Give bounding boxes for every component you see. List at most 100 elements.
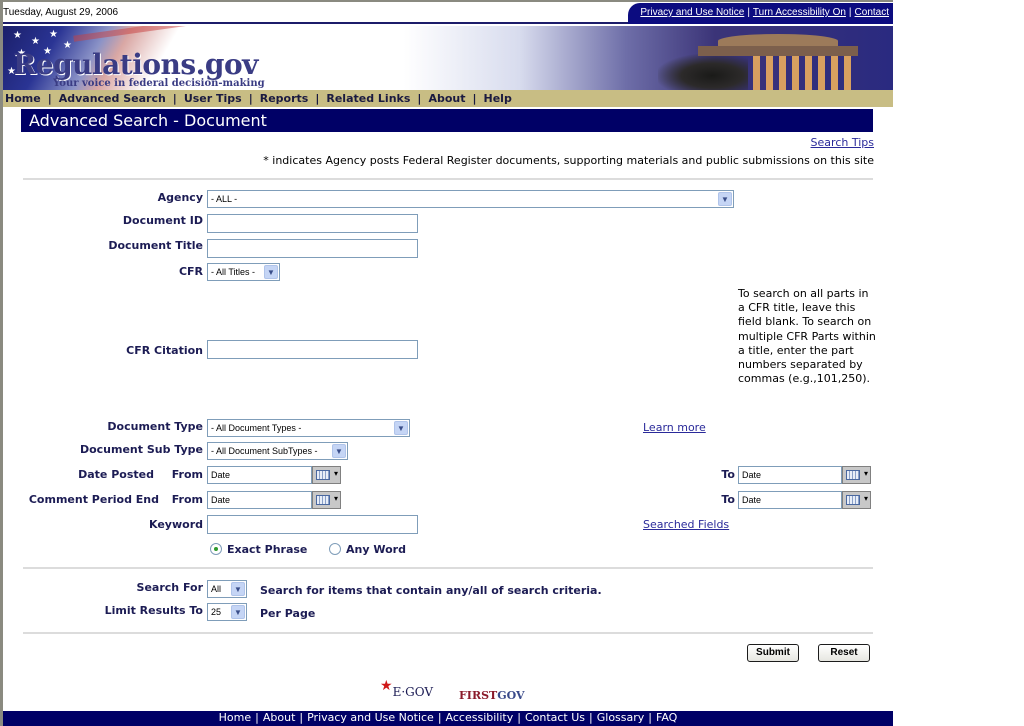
learn-more-link[interactable]: Learn more [643,421,706,434]
submit-button[interactable]: Submit [747,644,799,662]
column [844,56,851,90]
column [779,56,786,90]
column [805,56,812,90]
separator: | [417,92,422,105]
nav-user-tips[interactable]: User Tips [184,92,242,105]
document-sub-type-select[interactable]: - All Document SubTypes - ▼ [207,442,348,460]
search-tips-link[interactable]: Search Tips [811,136,874,149]
page-title: Advanced Search - Document [21,109,873,132]
separator: | [589,711,593,724]
separator: | [648,711,653,724]
comment-period-to-input[interactable]: Date [738,491,842,509]
keyword-label: Keyword [149,518,203,531]
document-title-input[interactable] [207,239,418,258]
searched-fields-link[interactable]: Searched Fields [643,518,729,531]
column [753,56,760,90]
cfr-citation-label: CFR Citation [126,344,203,357]
agency-select[interactable]: - ALL - ▼ [207,190,734,208]
search-for-value: All [211,584,222,594]
star-icon: ★ [31,36,40,47]
document-id-input[interactable] [207,214,418,233]
search-for-label: Search For [136,581,203,594]
calendar-icon [846,470,860,480]
nav-help[interactable]: Help [484,92,512,105]
nav-related-links[interactable]: Related Links [326,92,410,105]
current-date: Tuesday, August 29, 2006 [3,7,119,18]
document-title-label: Document Title [108,239,203,252]
chevron-down-icon: ▼ [332,444,346,458]
star-icon: ★ [380,678,393,694]
chevron-down-icon: ▼ [718,192,732,206]
search-for-select[interactable]: All ▼ [207,580,247,598]
date-posted-from-calendar-button[interactable]: ▾ [312,466,341,484]
site-tagline: Your voice in federal decision-making [53,78,265,89]
nav-about[interactable]: About [428,92,465,105]
star-icon: ★ [49,29,58,40]
pediment [698,46,858,56]
separator: | [248,92,253,105]
firstgov-logo[interactable]: FIRSTGOV [459,689,525,702]
cfr-citation-input[interactable] [207,340,418,359]
date-posted-label: Date Posted [78,468,154,481]
separator: | [255,711,259,724]
column [818,56,825,90]
footer-nav: Home | About | Privacy and Use Notice | Access… [3,711,893,726]
calendar-icon [316,495,330,505]
any-word-label[interactable]: Any Word [346,543,406,556]
reset-button[interactable]: Reset [818,644,870,662]
agency-select-value: - ALL - [211,194,238,204]
footer-about-link[interactable]: About [263,711,296,724]
separator: | [299,711,304,724]
comment-period-to-calendar-button[interactable]: ▾ [842,491,871,509]
footer-faq-link[interactable]: FAQ [656,711,677,724]
calendar-icon [316,470,330,480]
privacy-notice-link[interactable]: Privacy and Use Notice [640,7,744,18]
limit-results-select[interactable]: 25 ▼ [207,603,247,621]
egov-logo[interactable]: ★E·GOV [380,678,434,700]
any-word-radio[interactable] [329,543,341,555]
star-icon: ★ [13,30,22,41]
accessibility-toggle-link[interactable]: Turn Accessibility On [753,7,846,18]
document-type-label: Document Type [107,420,203,433]
chevron-down-icon: ▼ [231,582,245,596]
utility-links: Privacy and Use Notice | Turn Accessibilit… [628,3,893,24]
top-bar: Tuesday, August 29, 2006 Privacy and Use… [3,2,893,24]
date-posted-from-input[interactable]: Date [207,466,312,484]
nav-reports[interactable]: Reports [260,92,309,105]
comment-period-from-input[interactable]: Date [207,491,312,509]
exact-phrase-label[interactable]: Exact Phrase [227,543,307,556]
document-type-value: - All Document Types - [211,423,302,433]
calendar-icon [846,495,860,505]
trees [658,54,748,90]
document-type-select[interactable]: - All Document Types - ▼ [207,419,410,437]
date-posted-to-calendar-button[interactable]: ▾ [842,466,871,484]
exact-phrase-radio[interactable] [210,543,222,555]
date-posted-to-input[interactable]: Date [738,466,842,484]
contact-link[interactable]: Contact [855,7,889,18]
dropdown-arrow-icon: ▾ [333,494,338,503]
memorial-building-image [658,30,893,90]
comment-period-from-label: From [171,493,203,506]
footer-contact-link[interactable]: Contact Us [525,711,585,724]
cfr-title-select[interactable]: - All Titles - ▼ [207,263,280,281]
site-banner: ★ ★ ★ ★ ★ ★ ★ Regulations.gov Your voice… [3,26,893,90]
divider [23,567,873,569]
separator: | [517,711,521,724]
cfr-select-value: - All Titles - [211,267,256,277]
keyword-input[interactable] [207,515,418,534]
egov-logo-text: E·GOV [392,685,434,699]
footer-glossary-link[interactable]: Glossary [597,711,645,724]
comment-period-from-calendar-button[interactable]: ▾ [312,491,341,509]
footer-accessibility-link[interactable]: Accessibility [446,711,514,724]
site-logo[interactable]: Regulations.gov [13,48,258,81]
separator: | [472,92,477,105]
footer-privacy-link[interactable]: Privacy and Use Notice [307,711,434,724]
page: Tuesday, August 29, 2006 Privacy and Use… [3,0,893,726]
column [831,56,838,90]
column [792,56,799,90]
footer-home-link[interactable]: Home [219,711,251,724]
divider [23,178,873,180]
nav-home[interactable]: Home [5,92,41,105]
limit-results-value: 25 [211,607,222,617]
nav-advanced-search[interactable]: Advanced Search [59,92,166,105]
